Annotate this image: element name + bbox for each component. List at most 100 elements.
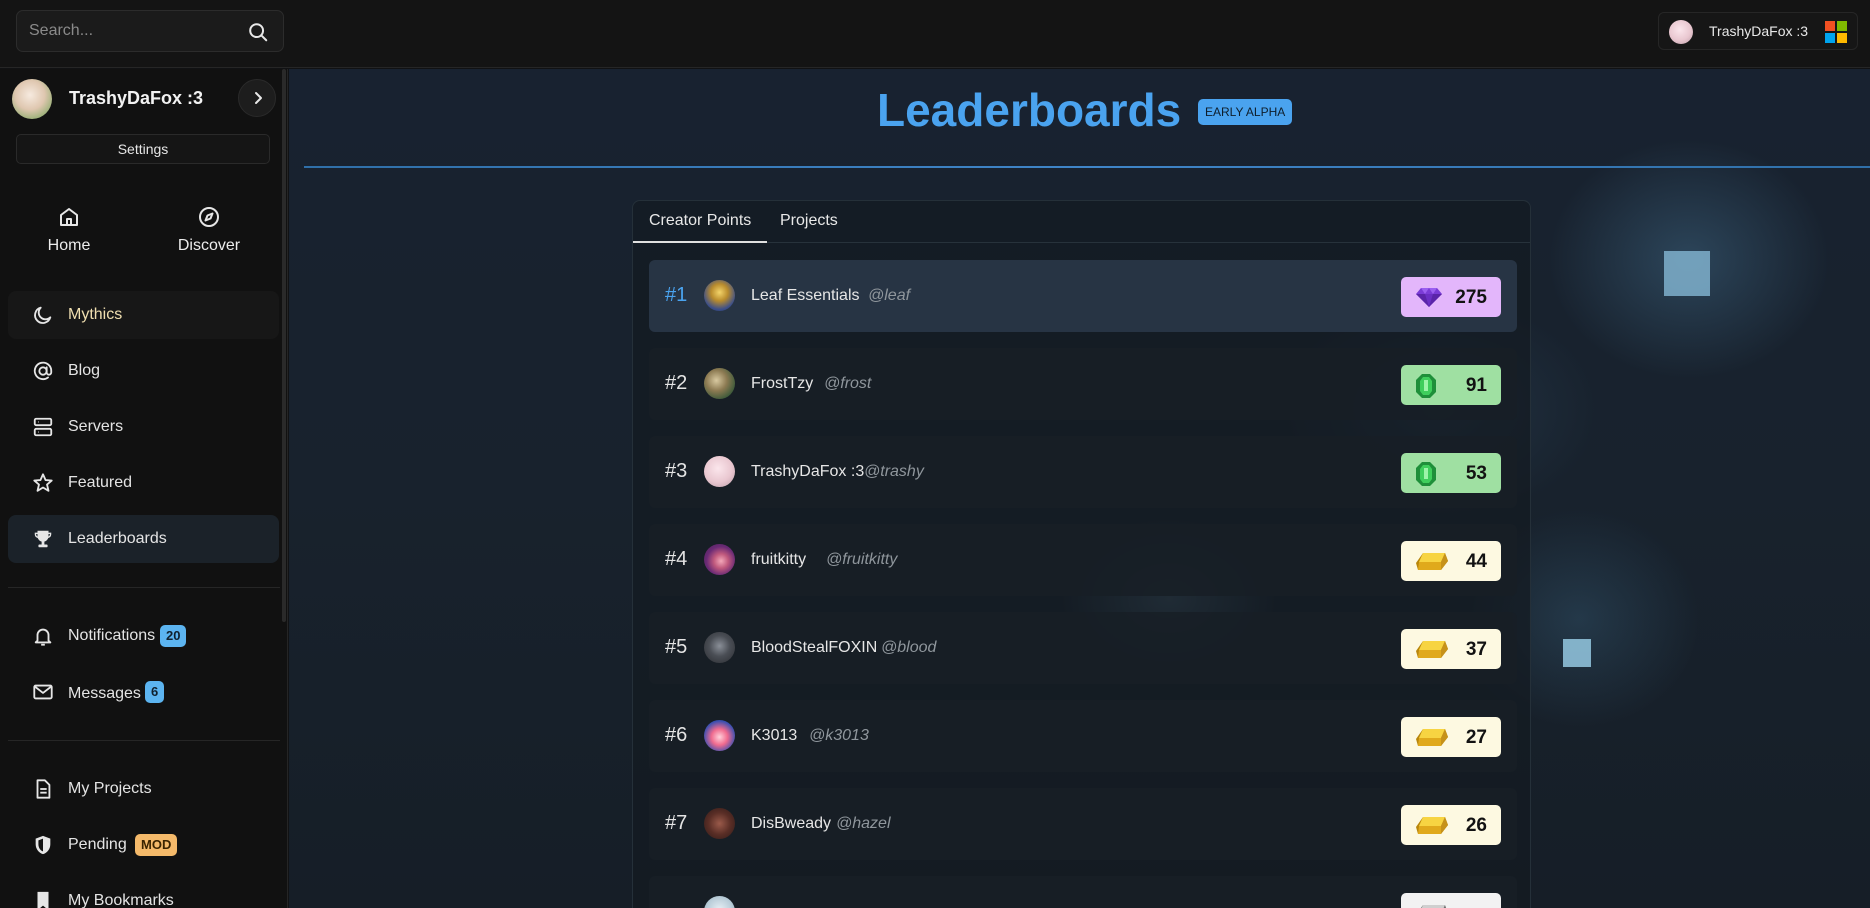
sidebar-item-blog[interactable]: Blog — [8, 347, 279, 395]
sidebar-item-label: Pending — [68, 836, 127, 853]
diamond-icon — [1416, 288, 1442, 307]
iron-ingot-icon — [1420, 905, 1447, 908]
quick-home-label: Home — [47, 237, 91, 254]
avatar — [704, 632, 735, 663]
avatar — [704, 896, 735, 908]
rank: #2 — [665, 372, 688, 394]
sidebar-item-label: Servers — [68, 418, 124, 435]
quick-home[interactable]: Home — [9, 205, 129, 275]
quick-discover[interactable]: Discover — [149, 205, 269, 275]
user-name[interactable]: DisBweady — [751, 815, 831, 833]
sidebar: TrashyDaFox :3 Settings Home Discover My… — [0, 69, 288, 908]
sidebar-item-bookmarks[interactable]: My Bookmarks — [8, 877, 279, 908]
mod-badge: MOD — [135, 834, 178, 856]
user-handle: @leaf — [868, 287, 911, 304]
points-value: 37 — [1465, 639, 1487, 660]
avatar — [704, 280, 735, 311]
leaderboard-row[interactable] — [649, 876, 1517, 908]
leaderboard-row[interactable]: #5 BloodStealFOXIN @blood 37 — [649, 612, 1517, 684]
avatar — [704, 808, 735, 839]
points-value: 275 — [1455, 287, 1487, 308]
sidebar-item-featured[interactable]: Featured — [8, 459, 279, 507]
sidebar-item-label: Mythics — [68, 306, 123, 323]
points-value: 91 — [1465, 375, 1487, 396]
points-badge: 275 — [1401, 277, 1501, 317]
points-badge: 37 — [1401, 629, 1501, 669]
search-input[interactable] — [29, 19, 239, 43]
points-value: 26 — [1465, 815, 1487, 836]
sidebar-divider — [8, 740, 280, 741]
account-name: TrashyDaFox :3 — [1709, 23, 1809, 39]
user-handle: @k3013 — [809, 727, 869, 744]
main-content: Leaderboards EARLY ALPHA Creator Points … — [289, 69, 1870, 908]
avatar — [704, 368, 735, 399]
rank: #4 — [665, 548, 688, 570]
emerald-icon — [1416, 374, 1436, 398]
sidebar-scrollbar[interactable] — [282, 69, 286, 622]
points-value: 53 — [1465, 463, 1487, 484]
user-handle: @blood — [881, 639, 937, 656]
notification-count-badge: 20 — [160, 625, 187, 647]
search-icon[interactable] — [247, 21, 269, 43]
sidebar-item-label: Featured — [68, 474, 133, 491]
user-name[interactable]: Leaf Essentials — [751, 287, 860, 305]
sidebar-profile[interactable]: TrashyDaFox :3 — [12, 77, 276, 121]
rank: #3 — [665, 460, 688, 482]
leaderboard-row[interactable]: #2 FrostTzy @frost 91 — [649, 348, 1517, 420]
emerald-icon — [1416, 462, 1436, 486]
early-alpha-badge: EARLY ALPHA — [1198, 99, 1293, 125]
decorative-square — [1563, 639, 1591, 667]
moon-icon — [34, 306, 52, 324]
rank: #5 — [665, 636, 688, 658]
gold-ingot-icon — [1416, 641, 1448, 658]
trophy-icon — [34, 530, 52, 548]
account-button[interactable]: TrashyDaFox :3 — [1658, 12, 1858, 50]
sidebar-item-label: My Bookmarks — [68, 892, 174, 908]
user-name[interactable]: BloodStealFOXIN — [751, 639, 877, 657]
quick-discover-label: Discover — [177, 237, 241, 254]
page-title: Leaderboards — [877, 84, 1182, 136]
user-name[interactable]: FrostTzy — [751, 375, 813, 393]
server-icon — [33, 417, 53, 437]
avatar — [704, 720, 735, 751]
tab-projects[interactable]: Projects — [764, 201, 854, 243]
star-icon — [33, 473, 53, 492]
gold-ingot-icon — [1416, 729, 1448, 746]
leaderboard-row[interactable]: #3 TrashyDaFox :3 @trashy 53 — [649, 436, 1517, 508]
settings-button[interactable]: Settings — [16, 134, 270, 164]
leaderboard-row[interactable]: #6 K3013 @k3013 27 — [649, 700, 1517, 772]
microsoft-logo-icon — [1825, 21, 1847, 43]
points-badge: 27 — [1401, 717, 1501, 757]
leaderboard-row[interactable]: #4 fruitkitty @fruitkitty 44 — [649, 524, 1517, 596]
bookmark-icon — [37, 891, 49, 908]
user-handle: @fruitkitty — [826, 551, 898, 568]
user-name[interactable]: TrashyDaFox :3 — [751, 463, 864, 481]
avatar — [704, 544, 735, 575]
bell-icon — [34, 628, 52, 646]
shield-icon — [35, 835, 51, 855]
sidebar-item-mythics[interactable]: Mythics — [8, 291, 279, 339]
tab-creator-points[interactable]: Creator Points — [633, 201, 768, 243]
leaderboard-row[interactable]: #7 DisBweady @hazel 26 — [649, 788, 1517, 860]
expand-profile-button[interactable] — [238, 79, 276, 117]
gold-ingot-icon — [1416, 817, 1448, 834]
user-name[interactable]: K3013 — [751, 727, 797, 745]
sidebar-item-notifications[interactable]: Notifications 20 — [8, 612, 279, 660]
sidebar-item-messages[interactable]: Messages 6 — [8, 668, 279, 716]
rank: #1 — [665, 284, 688, 306]
sidebar-item-pending[interactable]: Pending MOD — [8, 821, 279, 869]
leaderboard-tabs: Creator Points Projects — [633, 201, 1530, 243]
profile-name: TrashyDaFox :3 — [69, 88, 204, 108]
search-box[interactable] — [16, 10, 284, 52]
avatar — [12, 79, 52, 119]
sidebar-item-label: Leaderboards — [68, 530, 167, 547]
sidebar-item-my-projects[interactable]: My Projects — [8, 765, 279, 813]
user-name[interactable]: fruitkitty — [751, 551, 806, 569]
sidebar-item-label: Messages — [68, 685, 141, 702]
sidebar-item-servers[interactable]: Servers — [8, 403, 279, 451]
at-icon — [33, 361, 53, 381]
chevron-right-icon — [255, 92, 262, 104]
points-value: 27 — [1465, 727, 1487, 748]
sidebar-item-leaderboards[interactable]: Leaderboards — [8, 515, 279, 563]
leaderboard-row[interactable]: #1 Leaf Essentials @leaf 275 — [649, 260, 1517, 332]
